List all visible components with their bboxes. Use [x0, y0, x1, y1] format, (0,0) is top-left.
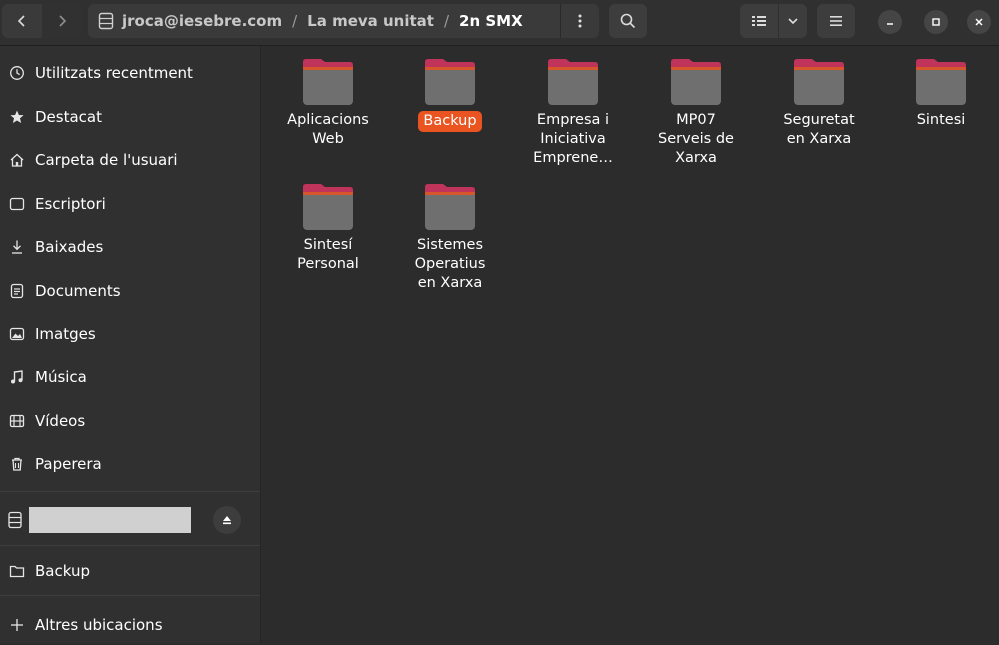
clock-icon: [8, 64, 26, 82]
sidebar-item-documents[interactable]: Documents: [0, 271, 260, 311]
header-bar: jroca@iesebre.com / La meva unitat / 2n …: [0, 0, 999, 46]
sidebar-item-label: Paperera: [35, 455, 102, 473]
plus-icon: [8, 616, 26, 634]
close-button[interactable]: [967, 10, 991, 34]
folder-icon: [916, 59, 966, 105]
sidebar-item-label: Vídeos: [35, 412, 86, 430]
sidebar-item-label: Escriptori: [35, 195, 106, 213]
home-icon: [8, 151, 26, 169]
sidebar-item-other-locations[interactable]: Altres ubicacions: [0, 605, 260, 645]
sidebar-item-trash[interactable]: Paperera: [0, 444, 260, 484]
folder-icon: [303, 59, 353, 105]
path-segment-account[interactable]: jroca@iesebre.com: [122, 12, 282, 30]
sidebar-item-home[interactable]: Carpeta de l'usuari: [0, 140, 260, 180]
sidebar: Utilitzats recentment Destacat Carpeta d…: [0, 46, 261, 643]
folder-item[interactable]: Sintesí Personal: [273, 183, 383, 274]
redacted-drive-label: [29, 507, 191, 533]
sidebar-item-label: Destacat: [35, 108, 102, 126]
close-icon: [975, 18, 983, 26]
folder-icon: [303, 184, 353, 230]
document-icon: [8, 282, 26, 300]
star-icon: [8, 108, 26, 126]
folder-item[interactable]: MP07 Serveis de Xarxa: [641, 58, 751, 168]
image-icon: [8, 325, 26, 343]
folder-item[interactable]: Aplicacions Web: [273, 58, 383, 149]
sidebar-item-downloads[interactable]: Baixades: [0, 227, 260, 267]
trash-icon: [8, 455, 26, 473]
folder-item[interactable]: Seguretat en Xarxa: [764, 58, 874, 149]
sidebar-item-backup[interactable]: Backup: [0, 551, 260, 591]
path-segment-current[interactable]: 2n SMX: [459, 12, 523, 30]
path-segment-drive[interactable]: La meva unitat: [307, 12, 434, 30]
drive-icon: [98, 12, 114, 30]
sidebar-separator: [0, 545, 260, 546]
folder-label: Sintesí Personal: [297, 237, 359, 272]
folder-icon: [425, 59, 475, 105]
main-menu-button[interactable]: [817, 4, 855, 38]
music-icon: [8, 368, 26, 386]
more-vertical-icon: [578, 14, 582, 28]
download-icon: [8, 238, 26, 256]
chevron-right-icon: [59, 15, 67, 27]
sidebar-item-label: Backup: [35, 562, 90, 580]
folder-icon: [794, 59, 844, 105]
path-separator: /: [443, 12, 450, 30]
sidebar-item-desktop[interactable]: Escriptori: [0, 184, 260, 224]
minimize-icon: [887, 23, 893, 25]
folder-icon: [8, 562, 26, 580]
view-options-button[interactable]: [779, 4, 807, 38]
folder-label: Backup: [418, 111, 482, 132]
video-icon: [8, 412, 26, 430]
folder-icon: [425, 184, 475, 230]
back-button[interactable]: [2, 4, 42, 38]
search-button[interactable]: [609, 4, 647, 38]
drive-icon: [8, 511, 22, 529]
eject-button[interactable]: [213, 506, 241, 534]
view-list-button[interactable]: [740, 4, 778, 38]
folder-item[interactable]: Sintesi: [886, 58, 996, 130]
folder-icon: [671, 59, 721, 105]
sidebar-item-music[interactable]: Música: [0, 357, 260, 397]
sidebar-item-label: Baixades: [35, 238, 104, 256]
minimize-button[interactable]: [878, 10, 902, 34]
folder-item[interactable]: Empresa i Iniciativa Emprene…: [518, 58, 628, 168]
path-bar: jroca@iesebre.com / La meva unitat / 2n …: [88, 4, 599, 38]
maximize-icon: [932, 18, 940, 26]
sidebar-item-starred[interactable]: Destacat: [0, 97, 260, 137]
path-separator: /: [292, 12, 298, 30]
folder-label: MP07 Serveis de Xarxa: [658, 112, 734, 166]
navigation-buttons: [2, 4, 82, 38]
folder-icon: [548, 59, 598, 105]
sidebar-item-label: Imatges: [35, 325, 96, 343]
folder-label: Sistemes Operatius en Xarxa: [414, 237, 486, 291]
chevron-down-icon: [788, 18, 798, 25]
sidebar-item-label: Música: [35, 368, 87, 386]
sidebar-item-videos[interactable]: Vídeos: [0, 401, 260, 441]
file-grid: Aplicacions Web Backup Empresa i Iniciativ…: [261, 46, 999, 643]
folder-label: Sintesi: [916, 112, 966, 128]
sidebar-separator: [0, 595, 260, 596]
sidebar-separator: [0, 491, 260, 492]
sidebar-item-label: Documents: [35, 282, 121, 300]
sidebar-item-label: Carpeta de l'usuari: [35, 151, 178, 169]
sidebar-item-pictures[interactable]: Imatges: [0, 314, 260, 354]
search-icon: [620, 13, 636, 29]
folder-label: Empresa i Iniciativa Emprene…: [533, 112, 613, 166]
folder-label: Aplicacions Web: [287, 112, 369, 147]
folder-item[interactable]: Sistemes Operatius en Xarxa: [395, 183, 505, 293]
hamburger-menu-icon: [830, 16, 842, 26]
sidebar-item-label: Altres ubicacions: [35, 616, 163, 634]
sidebar-item-label: Utilitzats recentment: [35, 64, 193, 82]
folder-label: Seguretat en Xarxa: [783, 112, 855, 147]
eject-icon: [223, 516, 231, 525]
forward-button[interactable]: [42, 4, 82, 38]
list-view-icon: [752, 16, 766, 26]
sidebar-item-drive[interactable]: [0, 499, 260, 541]
path-menu-button[interactable]: [560, 4, 599, 38]
folder-item-selected[interactable]: Backup: [395, 58, 505, 132]
chevron-left-icon: [17, 15, 25, 27]
sidebar-item-recent[interactable]: Utilitzats recentment: [0, 53, 260, 93]
desktop-icon: [8, 195, 26, 213]
maximize-button[interactable]: [924, 10, 948, 34]
